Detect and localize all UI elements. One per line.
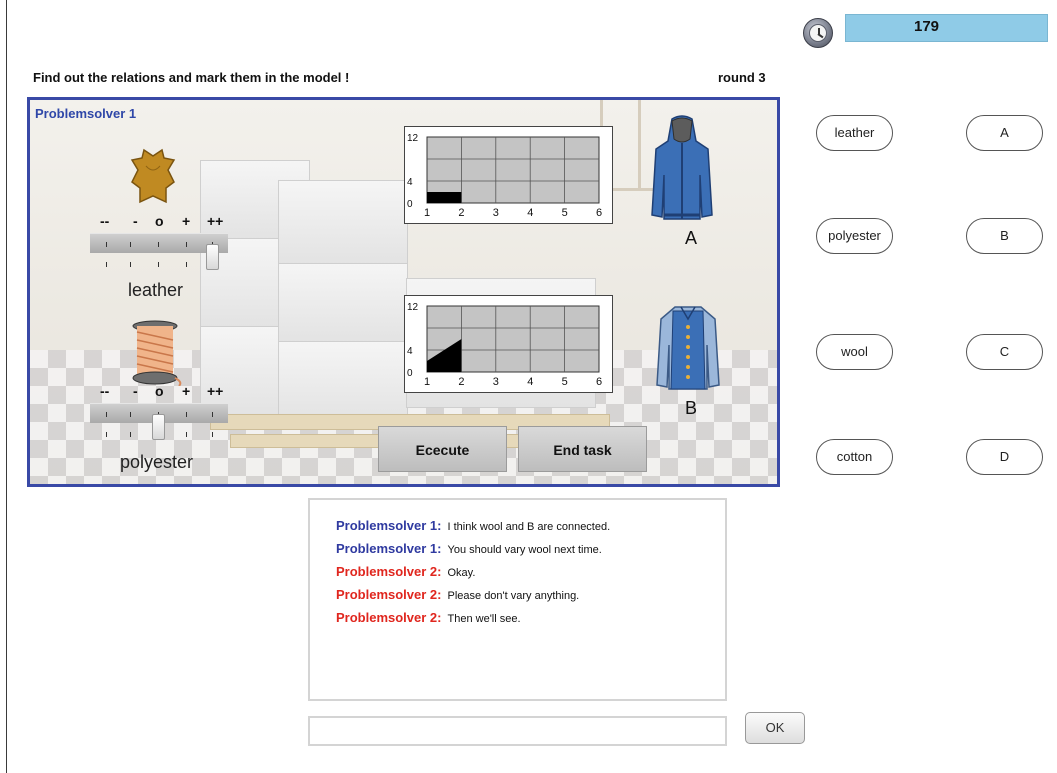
chat-speaker: Problemsolver 2: (336, 587, 442, 602)
scale-label: ++ (207, 213, 224, 229)
slider-scale-leather: -- - o + ++ (100, 213, 250, 233)
plot-b-svg: 12401 2 3 4 5 6 (407, 302, 602, 388)
ok-button[interactable]: OK (745, 712, 805, 744)
variable-pill-leather[interactable]: leather (816, 115, 893, 151)
chat-speaker: Problemsolver 1: (336, 518, 442, 533)
instruction-text: Find out the relations and mark them in … (33, 70, 350, 85)
slider-label-polyester: polyester (120, 452, 194, 472)
chat-message: Problemsolver 2: Okay. (336, 564, 475, 579)
chat-message: Problemsolver 2: Then we'll see. (336, 610, 521, 625)
data-area (427, 192, 462, 203)
variable-pill-wool[interactable]: wool (816, 334, 893, 370)
x-tick-label: 4 (527, 376, 533, 388)
x-tick-label: 4 (527, 207, 533, 219)
y-tick-label: 0 (407, 199, 413, 210)
x-tick-label: 6 (596, 376, 602, 388)
wall-frame (638, 100, 641, 190)
garment-label-a: A (685, 228, 698, 248)
outcome-plot-a: 12 4 0 1 2 3 4 5 6 (404, 126, 613, 224)
clock-minute-hand (817, 33, 824, 39)
variable-pill-polyester[interactable]: polyester (816, 218, 893, 254)
outcome-plot-b: 12 4 0 1 2 3 4 5 6 (404, 295, 613, 393)
chat-text: Please don't vary anything. (447, 590, 580, 602)
simulation-scene: Problemsolver 1 -- - o + ++ leather -- -… (27, 97, 780, 487)
crate (278, 180, 408, 265)
vest-jacket-icon (656, 306, 720, 390)
y-tick-label: 12 (407, 133, 419, 144)
scale-label: - (133, 383, 138, 399)
x-tick-label: 2 (458, 207, 464, 219)
scale-label: -- (100, 213, 110, 229)
scale-label: + (182, 213, 191, 229)
variable-pill-cotton[interactable]: cotton (816, 439, 893, 475)
chat-message: Problemsolver 2: Please don't vary anythi… (336, 587, 579, 602)
scale-label: -- (100, 383, 110, 399)
scale-label: - (133, 213, 138, 229)
round-indicator: round 3 (718, 70, 766, 85)
scale-label: + (182, 383, 191, 399)
x-tick-label: 6 (596, 207, 602, 219)
garment-label-b: B (685, 398, 698, 418)
crate (278, 263, 408, 343)
y-tick-label: 0 (407, 368, 413, 379)
y-tick-label: 4 (407, 346, 413, 357)
thread-spool-icon (132, 320, 182, 386)
end-task-button[interactable]: End task (518, 426, 647, 472)
x-tick-label: 2 (458, 376, 464, 388)
chat-speaker: Problemsolver 1: (336, 541, 442, 556)
outcome-pill-c[interactable]: C (966, 334, 1043, 370)
outcome-pill-a[interactable]: A (966, 115, 1043, 151)
scale-label: o (155, 383, 164, 399)
x-tick-label: 5 (562, 376, 568, 388)
chat-speaker: Problemsolver 2: (336, 564, 442, 579)
slider-thumb-polyester[interactable] (152, 414, 165, 440)
leather-hide-icon (130, 148, 176, 204)
chat-message: Problemsolver 1: You should vary wool nex… (336, 541, 602, 556)
scale-label: ++ (207, 383, 224, 399)
execute-button[interactable]: Ececute (378, 426, 507, 472)
plot-a-svg: 12401 2 3 4 5 6 (407, 133, 602, 219)
chat-text: Then we'll see. (447, 613, 521, 625)
x-tick-label: 5 (562, 207, 568, 219)
clock-face (809, 24, 827, 42)
chat-log: Problemsolver 1: I think wool and B are c… (308, 498, 727, 701)
chat-text: Okay. (447, 567, 476, 579)
y-tick-label: 12 (407, 302, 419, 313)
problemsolver-label: Problemsolver 1 (35, 106, 137, 121)
timer-bar: 179 (845, 14, 1048, 42)
window-edge (6, 0, 7, 773)
chat-speaker: Problemsolver 2: (336, 610, 442, 625)
crate (278, 341, 408, 421)
outcome-pill-b[interactable]: B (966, 218, 1043, 254)
outcome-pill-d[interactable]: D (966, 439, 1043, 475)
x-tick-label: 1 (424, 207, 430, 219)
hoodie-icon (651, 115, 713, 220)
x-tick-label: 3 (493, 376, 499, 388)
chat-text: I think wool and B are connected. (447, 521, 611, 533)
clock-icon (803, 18, 833, 48)
timer-value: 179 (913, 18, 940, 35)
slider-scale-polyester: -- - o + ++ (100, 383, 250, 403)
slider-thumb-leather[interactable] (206, 244, 219, 270)
chat-input[interactable] (308, 716, 727, 746)
scale-label: o (155, 213, 164, 229)
chat-message: Problemsolver 1: I think wool and B are c… (336, 518, 610, 533)
chat-text: You should vary wool next time. (447, 544, 602, 556)
y-tick-label: 4 (407, 177, 413, 188)
page: 179 Find out the relations and mark them… (0, 0, 1057, 773)
x-tick-label: 1 (424, 376, 430, 388)
x-tick-label: 3 (493, 207, 499, 219)
slider-label-leather: leather (128, 280, 184, 300)
